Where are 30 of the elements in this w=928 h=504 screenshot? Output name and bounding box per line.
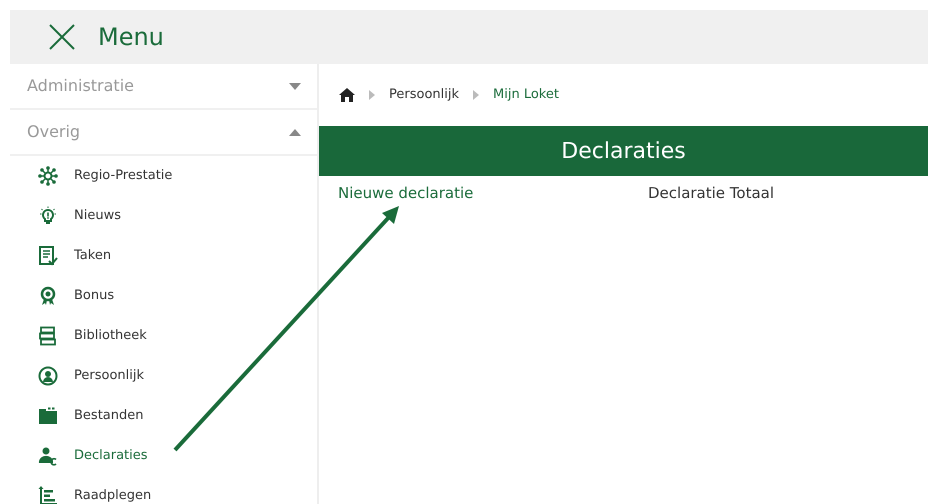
sidebar-item[interactable]: Persoonlijk	[10, 356, 317, 396]
sidebar-item[interactable]: Taken	[10, 236, 317, 276]
link[interactable]: Declaratie Totaal	[648, 182, 774, 204]
page-title-bar: Declaraties	[319, 126, 928, 176]
chevron-icon	[369, 90, 375, 100]
books-icon	[38, 326, 58, 346]
sidebar-item[interactable]: Raadplegen	[10, 476, 317, 504]
folder-icon	[38, 406, 58, 426]
breadcrumb-link[interactable]: Persoonlijk	[389, 85, 460, 105]
lightbulb-icon	[38, 206, 58, 226]
tree-list-icon	[38, 486, 58, 504]
sidebar-item[interactable]: Regio-Prestatie	[10, 156, 317, 196]
caret-icon	[289, 82, 301, 90]
home-icon[interactable]	[339, 88, 355, 102]
sidebar-item[interactable]: Declaraties	[10, 436, 317, 476]
sidebar-item[interactable]: Bestanden	[10, 396, 317, 436]
sidebar-item[interactable]: Bibliotheek	[10, 316, 317, 356]
checklist-icon	[38, 246, 58, 266]
close-icon[interactable]	[48, 23, 76, 51]
sidebar-item[interactable]: Bonus	[10, 276, 317, 316]
sidebar-item[interactable]: Nieuws	[10, 196, 317, 236]
breadcrumb-current[interactable]: Mijn Loket	[493, 85, 559, 105]
network-icon	[38, 166, 58, 186]
user-circle-icon	[38, 366, 58, 386]
link[interactable]: Nieuwe declaratie	[338, 182, 648, 204]
chevron-icon	[473, 90, 480, 100]
user-euro-icon	[38, 446, 58, 466]
caret-icon	[289, 128, 301, 136]
menu-title: Menu	[98, 22, 164, 53]
award-icon	[38, 286, 58, 306]
